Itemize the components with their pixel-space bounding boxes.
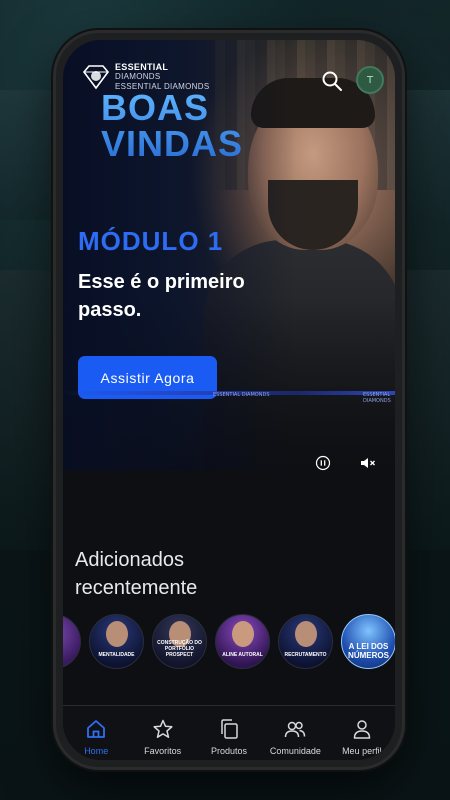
hero-tagline: Esse é o primeiro passo. bbox=[78, 271, 245, 321]
users-icon bbox=[285, 721, 306, 738]
recent-section-title: Adicionados recentemente bbox=[75, 549, 198, 599]
tab-label: Produtos bbox=[211, 746, 248, 756]
home-icon bbox=[87, 720, 106, 738]
search-icon[interactable] bbox=[321, 70, 343, 92]
recent-item-label: CONSTRUÇÃO DO PORTFÓLIO PROSPECT bbox=[157, 640, 202, 658]
brand-sub: DIAMONDS bbox=[115, 72, 161, 81]
tab-label: Favoritos bbox=[144, 746, 182, 756]
hero-headline-line2: VINDAS bbox=[101, 123, 244, 164]
brand-name: ESSENTIAL bbox=[115, 62, 169, 72]
hero-headline-line1: BOAS bbox=[101, 87, 210, 128]
tab-community[interactable]: Comunidade bbox=[262, 706, 328, 760]
recent-item-0[interactable] bbox=[63, 614, 81, 669]
recent-carousel[interactable]: MENTALIDADE CONSTRUÇÃO DO PORTFÓLIO PROS… bbox=[63, 614, 395, 674]
presenter-thumb bbox=[106, 621, 128, 647]
recent-item-3[interactable]: ALINE AUTORAL bbox=[215, 614, 270, 669]
pause-icon[interactable] bbox=[315, 455, 331, 471]
stripe-label-2: ESSENTIAL DIAMONDS bbox=[363, 392, 391, 404]
recent-item-1[interactable]: MENTALIDADE bbox=[89, 614, 144, 669]
module-title: MÓDULO 1 bbox=[78, 226, 224, 256]
phone-frame: ESSENTIAL DIAMONDS ESSENTIAL DIAMONDS T … bbox=[53, 30, 405, 770]
avatar[interactable]: T bbox=[356, 66, 384, 94]
tab-label: Home bbox=[84, 746, 109, 756]
tab-label: Meu perfil bbox=[342, 746, 382, 756]
tab-profile[interactable]: Meu perfil bbox=[329, 706, 395, 760]
recent-item-label: ALINE AUTORAL bbox=[222, 652, 263, 658]
tab-products[interactable]: Produtos bbox=[196, 706, 262, 760]
tab-home[interactable]: Home bbox=[63, 706, 129, 760]
star-icon bbox=[153, 719, 173, 738]
mute-icon[interactable] bbox=[359, 455, 377, 471]
presenter-thumb bbox=[295, 621, 317, 647]
recent-item-4[interactable]: RECRUTAMENTO bbox=[278, 614, 333, 669]
recent-item-label: RECRUTAMENTO bbox=[284, 652, 327, 658]
background-thumbnail-left bbox=[0, 90, 60, 220]
user-icon bbox=[353, 720, 371, 739]
bottom-tab-bar: Home Favoritos Produtos Comunidade Meu p… bbox=[63, 706, 395, 760]
app-screen: ESSENTIAL DIAMONDS ESSENTIAL DIAMONDS T … bbox=[63, 40, 395, 760]
tab-favorites[interactable]: Favoritos bbox=[129, 706, 195, 760]
recent-item-label: MENTALIDADE bbox=[98, 652, 135, 658]
tab-label: Comunidade bbox=[269, 746, 321, 756]
copy-icon bbox=[221, 719, 238, 739]
recent-item-2[interactable]: CONSTRUÇÃO DO PORTFÓLIO PROSPECT bbox=[152, 614, 207, 669]
background-poster-left bbox=[0, 270, 60, 550]
recent-item-label: A LEI DOS NÚMEROS bbox=[348, 642, 389, 660]
recent-item-5[interactable]: A LEI DOS NÚMEROS bbox=[341, 614, 395, 669]
hero-headline: BOAS VINDAS bbox=[101, 90, 243, 162]
presenter-thumb bbox=[232, 621, 254, 647]
stripe-label: ESSENTIAL DIAMONDS bbox=[213, 392, 270, 398]
